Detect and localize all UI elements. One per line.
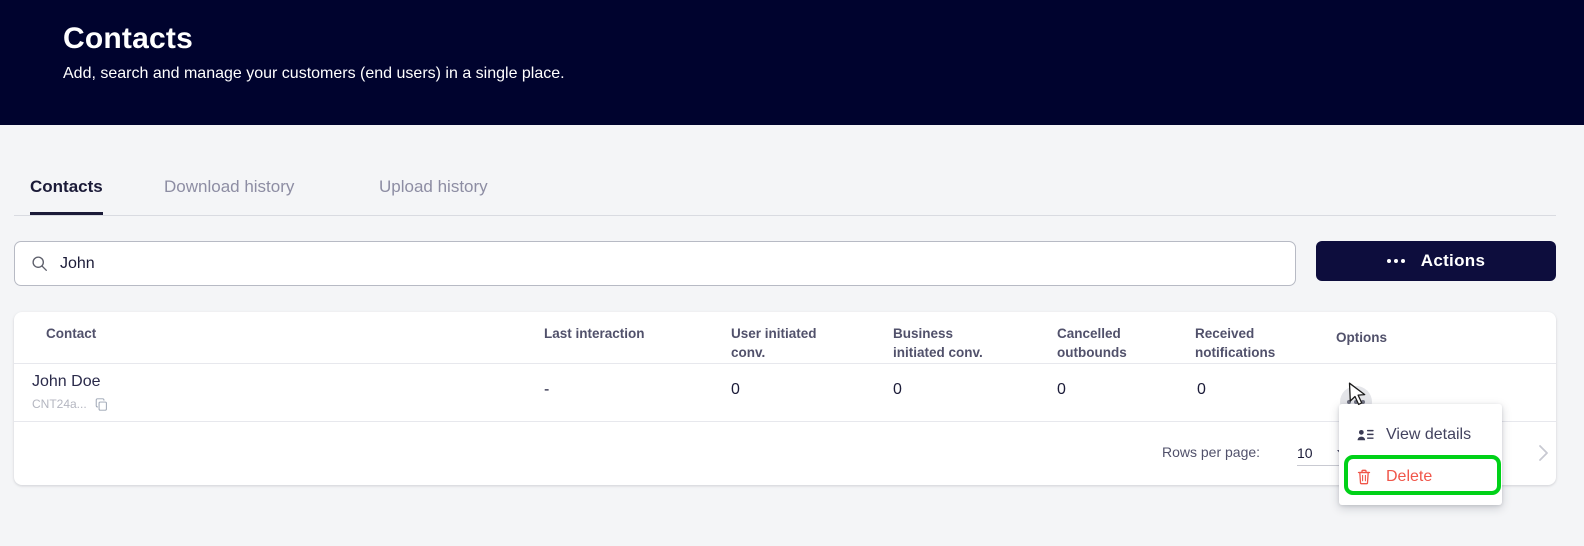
table-row: John Doe CNT24a... - 0 0 0 0: [14, 364, 1556, 421]
contact-name: John Doe: [32, 373, 101, 390]
column-header-received-notifications: Received notifications: [1195, 326, 1276, 360]
page-header: Contacts Add, search and manage your cus…: [0, 0, 1584, 125]
page-subtitle: Add, search and manage your customers (e…: [63, 65, 565, 82]
cell-business-initiated-conv: 0: [893, 381, 902, 398]
actions-button-label: Actions: [1420, 251, 1486, 270]
table-header-row: Contact Last interaction User initiated …: [14, 312, 1556, 363]
menu-item-delete-label: Delete: [1386, 468, 1433, 485]
menu-item-view-details[interactable]: View details: [1339, 413, 1502, 457]
page-title: Contacts: [63, 22, 193, 55]
tab-download-history[interactable]: Download history: [164, 163, 294, 215]
column-header-contact: Contact: [46, 326, 97, 341]
column-header-business-initiated-conv: Business initiated conv.: [893, 326, 983, 360]
trash-icon: [1357, 469, 1374, 485]
cell-received-notifications: 0: [1197, 381, 1206, 398]
search-input[interactable]: [60, 254, 1240, 273]
menu-item-delete[interactable]: Delete: [1339, 455, 1502, 499]
column-header-user-initiated-conv: User initiated conv.: [731, 326, 817, 360]
tab-contacts[interactable]: Contacts: [30, 163, 103, 215]
actions-button[interactable]: Actions: [1316, 241, 1556, 281]
column-header-cancelled-outbounds: Cancelled outbounds: [1057, 326, 1127, 360]
tab-divider: [14, 215, 1556, 216]
contacts-page: Contacts Add, search and manage your cus…: [0, 0, 1584, 546]
copy-icon[interactable]: [95, 397, 108, 411]
contacts-table-card: Contact Last interaction User initiated …: [14, 312, 1556, 485]
tab-bar: Contacts Download history Upload history: [14, 163, 1556, 217]
contact-id-text: CNT24a...: [32, 397, 87, 411]
search-icon: [31, 255, 48, 272]
column-header-last-interaction: Last interaction: [544, 326, 645, 341]
cell-cancelled-outbounds: 0: [1057, 381, 1066, 398]
rows-per-page-label: Rows per page:: [1162, 444, 1261, 460]
column-header-options: Options: [1336, 330, 1387, 345]
chevron-right-icon: [1538, 445, 1548, 461]
contact-id: CNT24a...: [32, 397, 108, 411]
contact-details-icon: [1357, 428, 1374, 442]
ellipsis-icon: [1386, 259, 1405, 263]
row-options-menu: View details Delete: [1339, 404, 1502, 505]
tab-upload-history[interactable]: Upload history: [379, 163, 488, 215]
next-page-button[interactable]: [1527, 436, 1556, 470]
pagination-bar: Rows per page: 10: [14, 422, 1556, 485]
rows-per-page-value: 10: [1297, 444, 1313, 461]
search-field[interactable]: [14, 241, 1296, 286]
menu-item-view-details-label: View details: [1386, 426, 1472, 443]
cell-user-initiated-conv: 0: [731, 381, 740, 398]
cell-last-interaction: -: [544, 381, 550, 398]
